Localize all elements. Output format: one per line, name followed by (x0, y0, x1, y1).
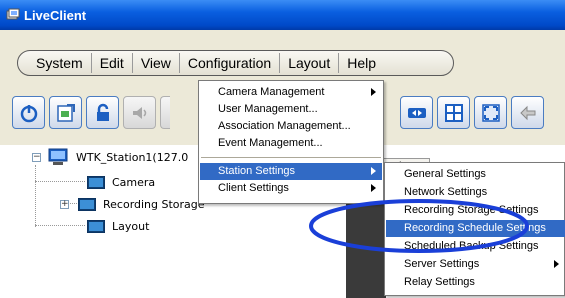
tree-node-recording-storage[interactable]: + Recording Storage (60, 195, 205, 213)
menu-configuration[interactable]: Configuration (180, 53, 281, 73)
power-icon (20, 104, 37, 122)
grid-layout-icon (444, 103, 463, 122)
tree-node-camera[interactable]: Camera (87, 173, 155, 191)
tree-node-station[interactable]: − WTK_Station1(127.0 (32, 148, 188, 166)
lock-button[interactable] (86, 96, 119, 129)
camera-folder-icon (87, 175, 105, 189)
menu-item-recording-schedule-settings[interactable]: Recording Schedule Settings (386, 220, 565, 237)
connect-icon (407, 107, 426, 118)
menu-view[interactable]: View (133, 53, 180, 73)
menu-item-network-settings[interactable]: Network Settings (386, 184, 565, 201)
storage-folder-icon (78, 197, 96, 211)
speaker-icon (132, 106, 146, 119)
submenu-arrow-icon (371, 184, 376, 192)
menu-help[interactable]: Help (339, 53, 384, 73)
title-bar: LiveClient (0, 0, 565, 30)
menu-item-recording-storage-settings[interactable]: Recording Storage Settings (386, 202, 565, 219)
expand-toggle[interactable]: + (60, 199, 69, 209)
layout-folder-icon (87, 219, 105, 233)
hidden-toolbar-button (160, 96, 170, 129)
menu-layout[interactable]: Layout (280, 53, 340, 73)
station-label: WTK_Station1(127.0 (76, 150, 189, 164)
app-icon (6, 8, 20, 20)
export-icon (56, 103, 75, 122)
submenu-arrow-icon (371, 88, 376, 96)
computer-icon (48, 148, 68, 165)
menu-item-event-management[interactable]: Event Management... (200, 135, 382, 152)
fullscreen-icon (481, 103, 500, 122)
menu-edit[interactable]: Edit (92, 53, 133, 73)
menu-item-client-settings[interactable]: Client Settings (200, 180, 382, 197)
menu-item-user-management[interactable]: User Management... (200, 101, 382, 118)
menu-item-server-settings[interactable]: Server Settings (386, 256, 565, 273)
collapse-toggle[interactable]: − (32, 152, 41, 162)
audio-button[interactable] (123, 96, 156, 129)
menu-bar: System Edit View Configuration Layout He… (17, 50, 454, 76)
lock-icon (96, 103, 109, 121)
back-button[interactable] (511, 96, 544, 129)
tree-label-recording-storage: Recording Storage (103, 197, 205, 211)
tree-label-camera: Camera (112, 175, 156, 189)
menu-item-relay-settings[interactable]: Relay Settings (386, 274, 565, 291)
fullscreen-button[interactable] (474, 96, 507, 129)
submenu-arrow-icon (554, 260, 559, 268)
tree-node-layout[interactable]: Layout (87, 217, 149, 235)
menu-item-general-settings[interactable]: General Settings (386, 166, 565, 183)
layout-grid-button[interactable] (437, 96, 470, 129)
menu-item-association-management[interactable]: Association Management... (200, 118, 382, 135)
menu-item-scheduled-backup-settings[interactable]: Scheduled Backup Settings (386, 238, 565, 255)
export-button[interactable] (49, 96, 82, 129)
menu-item-station-settings[interactable]: Station Settings (200, 163, 382, 180)
configuration-menu: Camera Management User Management... Ass… (198, 80, 384, 204)
menu-separator (201, 157, 381, 158)
window-title: LiveClient (24, 7, 87, 23)
back-arrow-icon (519, 105, 535, 120)
menu-system[interactable]: System (28, 53, 92, 73)
station-settings-submenu: General Settings Network Settings Record… (384, 162, 565, 296)
menu-item-camera-management[interactable]: Camera Management (200, 84, 382, 101)
connect-button[interactable] (400, 96, 433, 129)
tree-label-layout: Layout (112, 219, 150, 233)
submenu-arrow-icon (371, 167, 376, 175)
power-button[interactable] (12, 96, 45, 129)
